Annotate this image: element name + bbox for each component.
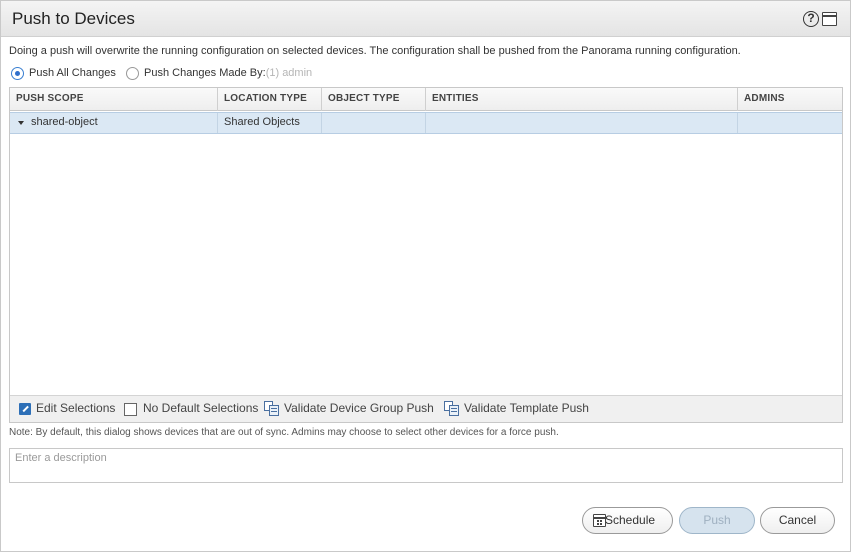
out-of-sync-note: Note: By default, this dialog shows devi… <box>9 427 559 438</box>
validate-icon <box>444 401 460 416</box>
table-header: PUSH SCOPE LOCATION TYPE OBJECT TYPE ENT… <box>10 88 842 111</box>
dialog-titlebar: Push to Devices ? <box>1 1 850 37</box>
schedule-label: Schedule <box>605 513 656 527</box>
push-info-text: Doing a push will overwrite the running … <box>9 45 741 57</box>
cancel-button[interactable]: Cancel <box>760 507 835 534</box>
table-row[interactable]: shared-object Shared Objects <box>10 112 842 134</box>
validate-device-group-push-label: Validate Device Group Push <box>284 401 434 415</box>
dialog-title: Push to Devices <box>12 9 135 28</box>
calendar-icon <box>593 514 606 527</box>
validate-template-push-label: Validate Template Push <box>464 401 589 415</box>
no-default-selections-label: No Default Selections <box>143 401 259 415</box>
push-to-devices-dialog: Push to Devices ? Doing a push will over… <box>0 0 851 552</box>
validate-icon <box>264 401 280 416</box>
cell-location-type: Shared Objects <box>218 113 322 133</box>
push-changes-by-label[interactable]: Push Changes Made By:(1) admin <box>144 67 312 79</box>
cell-push-scope: shared-object <box>10 113 218 133</box>
push-changes-by-radio[interactable] <box>126 67 139 80</box>
column-header-object-type[interactable]: OBJECT TYPE <box>322 88 426 111</box>
column-header-entities[interactable]: ENTITIES <box>426 88 738 111</box>
cell-entities <box>426 113 738 133</box>
no-default-selections-checkbox[interactable] <box>124 403 137 416</box>
push-button[interactable]: Push <box>679 507 755 534</box>
help-icon[interactable]: ? <box>803 11 819 27</box>
push-all-changes-label[interactable]: Push All Changes <box>29 67 116 79</box>
schedule-button[interactable]: Schedule <box>582 507 673 534</box>
push-changes-by-text: Push Changes Made By: <box>144 67 266 79</box>
expand-caret-icon[interactable] <box>18 121 24 125</box>
column-header-admins[interactable]: ADMINS <box>738 88 842 111</box>
push-scope-text: shared-object <box>31 116 98 128</box>
column-header-location-type[interactable]: LOCATION TYPE <box>218 88 322 111</box>
cell-admins <box>738 113 842 133</box>
column-header-push-scope[interactable]: PUSH SCOPE <box>10 88 218 111</box>
maximize-icon[interactable] <box>822 12 837 26</box>
edit-icon <box>19 403 31 415</box>
push-all-changes-radio[interactable] <box>11 67 24 80</box>
push-scope-table: PUSH SCOPE LOCATION TYPE OBJECT TYPE ENT… <box>9 87 843 423</box>
table-toolbar: Edit Selections No Default Selections Va… <box>10 395 842 422</box>
push-changes-admin[interactable]: (1) admin <box>266 67 312 79</box>
cell-object-type <box>322 113 426 133</box>
description-input[interactable] <box>9 448 843 483</box>
edit-selections-label: Edit Selections <box>36 401 116 415</box>
